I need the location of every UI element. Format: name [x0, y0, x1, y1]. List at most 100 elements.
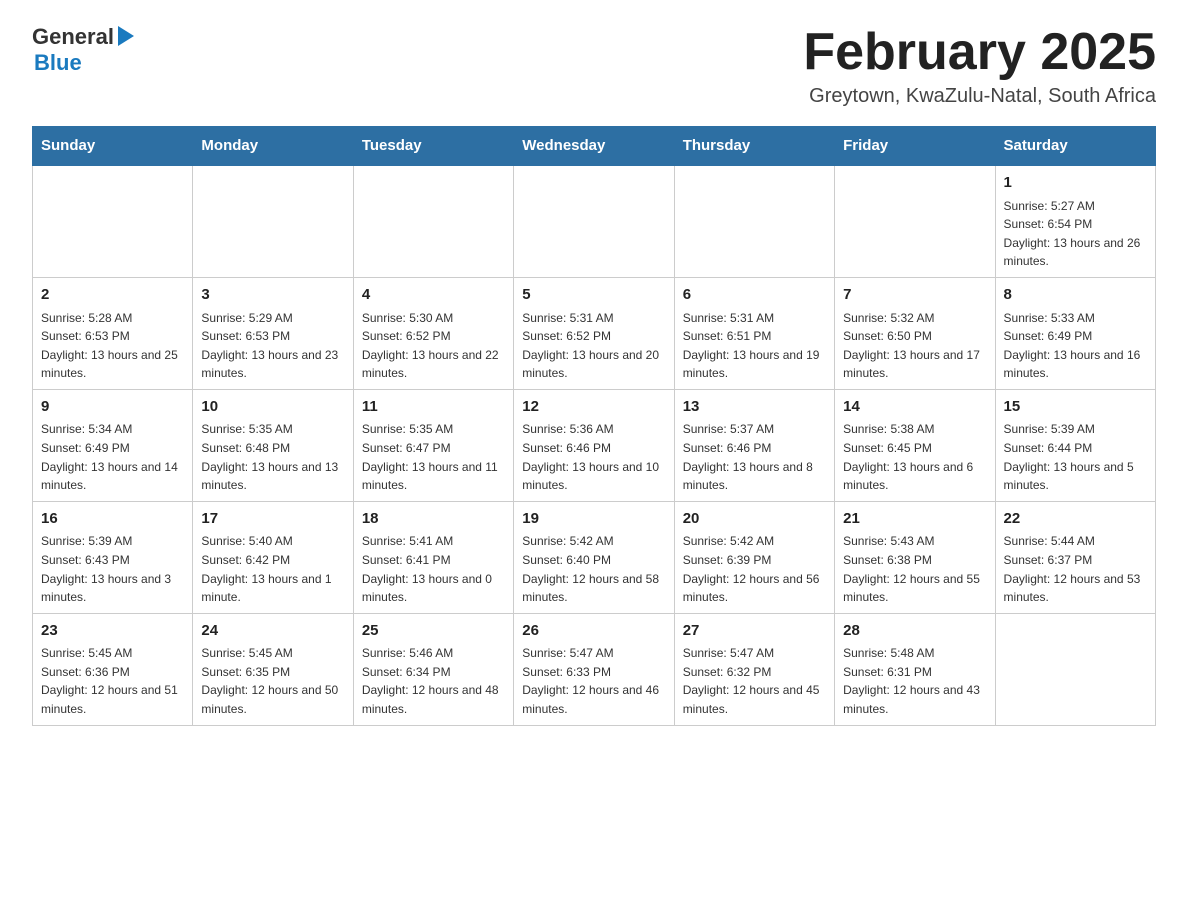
day-info: Sunrise: 5:36 AMSunset: 6:46 PMDaylight:…	[522, 420, 665, 494]
day-info: Sunrise: 5:32 AMSunset: 6:50 PMDaylight:…	[843, 309, 986, 383]
day-number: 15	[1004, 396, 1147, 419]
calendar-day-cell: 27Sunrise: 5:47 AMSunset: 6:32 PMDayligh…	[674, 613, 834, 725]
day-info: Sunrise: 5:31 AMSunset: 6:51 PMDaylight:…	[683, 309, 826, 383]
calendar-day-cell: 19Sunrise: 5:42 AMSunset: 6:40 PMDayligh…	[514, 501, 674, 613]
day-number: 13	[683, 396, 826, 419]
calendar-day-cell: 20Sunrise: 5:42 AMSunset: 6:39 PMDayligh…	[674, 501, 834, 613]
calendar-day-cell: 4Sunrise: 5:30 AMSunset: 6:52 PMDaylight…	[353, 278, 513, 390]
day-info: Sunrise: 5:48 AMSunset: 6:31 PMDaylight:…	[843, 644, 986, 718]
day-number: 10	[201, 396, 344, 419]
day-of-week-header: Friday	[835, 127, 995, 166]
calendar-day-cell: 11Sunrise: 5:35 AMSunset: 6:47 PMDayligh…	[353, 389, 513, 501]
day-info: Sunrise: 5:45 AMSunset: 6:35 PMDaylight:…	[201, 644, 344, 718]
day-of-week-header: Sunday	[33, 127, 193, 166]
day-info: Sunrise: 5:28 AMSunset: 6:53 PMDaylight:…	[41, 309, 184, 383]
day-number: 7	[843, 284, 986, 307]
logo-triangle-icon	[118, 26, 134, 46]
calendar-day-cell: 15Sunrise: 5:39 AMSunset: 6:44 PMDayligh…	[995, 389, 1155, 501]
page-subtitle: Greytown, KwaZulu-Natal, South Africa	[803, 85, 1156, 108]
day-number: 16	[41, 508, 184, 531]
day-number: 26	[522, 620, 665, 643]
calendar-day-cell: 1Sunrise: 5:27 AMSunset: 6:54 PMDaylight…	[995, 165, 1155, 277]
calendar-day-cell: 7Sunrise: 5:32 AMSunset: 6:50 PMDaylight…	[835, 278, 995, 390]
day-of-week-header: Monday	[193, 127, 353, 166]
calendar-week-row: 16Sunrise: 5:39 AMSunset: 6:43 PMDayligh…	[33, 501, 1156, 613]
day-number: 25	[362, 620, 505, 643]
calendar-day-cell	[353, 165, 513, 277]
calendar-day-cell: 24Sunrise: 5:45 AMSunset: 6:35 PMDayligh…	[193, 613, 353, 725]
calendar-day-cell: 8Sunrise: 5:33 AMSunset: 6:49 PMDaylight…	[995, 278, 1155, 390]
day-info: Sunrise: 5:35 AMSunset: 6:48 PMDaylight:…	[201, 420, 344, 494]
day-number: 19	[522, 508, 665, 531]
day-number: 27	[683, 620, 826, 643]
day-number: 8	[1004, 284, 1147, 307]
calendar-day-cell	[674, 165, 834, 277]
day-info: Sunrise: 5:44 AMSunset: 6:37 PMDaylight:…	[1004, 532, 1147, 606]
calendar-day-cell: 22Sunrise: 5:44 AMSunset: 6:37 PMDayligh…	[995, 501, 1155, 613]
days-of-week-row: SundayMondayTuesdayWednesdayThursdayFrid…	[33, 127, 1156, 166]
day-info: Sunrise: 5:37 AMSunset: 6:46 PMDaylight:…	[683, 420, 826, 494]
day-number: 1	[1004, 172, 1147, 195]
day-of-week-header: Wednesday	[514, 127, 674, 166]
day-info: Sunrise: 5:40 AMSunset: 6:42 PMDaylight:…	[201, 532, 344, 606]
calendar-week-row: 9Sunrise: 5:34 AMSunset: 6:49 PMDaylight…	[33, 389, 1156, 501]
day-of-week-header: Tuesday	[353, 127, 513, 166]
day-number: 18	[362, 508, 505, 531]
day-info: Sunrise: 5:27 AMSunset: 6:54 PMDaylight:…	[1004, 197, 1147, 271]
day-info: Sunrise: 5:34 AMSunset: 6:49 PMDaylight:…	[41, 420, 184, 494]
calendar-day-cell: 10Sunrise: 5:35 AMSunset: 6:48 PMDayligh…	[193, 389, 353, 501]
day-info: Sunrise: 5:39 AMSunset: 6:44 PMDaylight:…	[1004, 420, 1147, 494]
logo: General Blue	[32, 24, 136, 76]
calendar-day-cell: 5Sunrise: 5:31 AMSunset: 6:52 PMDaylight…	[514, 278, 674, 390]
day-number: 17	[201, 508, 344, 531]
calendar-header: SundayMondayTuesdayWednesdayThursdayFrid…	[33, 127, 1156, 166]
page-title: February 2025	[803, 24, 1156, 81]
calendar-day-cell: 25Sunrise: 5:46 AMSunset: 6:34 PMDayligh…	[353, 613, 513, 725]
day-number: 5	[522, 284, 665, 307]
title-block: February 2025 Greytown, KwaZulu-Natal, S…	[803, 24, 1156, 108]
calendar-day-cell: 26Sunrise: 5:47 AMSunset: 6:33 PMDayligh…	[514, 613, 674, 725]
day-number: 9	[41, 396, 184, 419]
day-number: 2	[41, 284, 184, 307]
day-number: 3	[201, 284, 344, 307]
calendar-week-row: 2Sunrise: 5:28 AMSunset: 6:53 PMDaylight…	[33, 278, 1156, 390]
day-info: Sunrise: 5:39 AMSunset: 6:43 PMDaylight:…	[41, 532, 184, 606]
logo-general: General	[32, 24, 136, 50]
calendar-day-cell: 28Sunrise: 5:48 AMSunset: 6:31 PMDayligh…	[835, 613, 995, 725]
day-info: Sunrise: 5:31 AMSunset: 6:52 PMDaylight:…	[522, 309, 665, 383]
calendar-day-cell: 6Sunrise: 5:31 AMSunset: 6:51 PMDaylight…	[674, 278, 834, 390]
day-info: Sunrise: 5:38 AMSunset: 6:45 PMDaylight:…	[843, 420, 986, 494]
calendar-day-cell: 14Sunrise: 5:38 AMSunset: 6:45 PMDayligh…	[835, 389, 995, 501]
calendar-day-cell: 23Sunrise: 5:45 AMSunset: 6:36 PMDayligh…	[33, 613, 193, 725]
day-of-week-header: Thursday	[674, 127, 834, 166]
day-info: Sunrise: 5:33 AMSunset: 6:49 PMDaylight:…	[1004, 309, 1147, 383]
calendar-day-cell	[193, 165, 353, 277]
calendar-day-cell	[514, 165, 674, 277]
day-info: Sunrise: 5:42 AMSunset: 6:40 PMDaylight:…	[522, 532, 665, 606]
calendar-day-cell	[835, 165, 995, 277]
day-number: 28	[843, 620, 986, 643]
page-header: General Blue February 2025 Greytown, Kwa…	[32, 24, 1156, 108]
calendar-day-cell: 12Sunrise: 5:36 AMSunset: 6:46 PMDayligh…	[514, 389, 674, 501]
day-info: Sunrise: 5:46 AMSunset: 6:34 PMDaylight:…	[362, 644, 505, 718]
calendar-day-cell: 13Sunrise: 5:37 AMSunset: 6:46 PMDayligh…	[674, 389, 834, 501]
day-info: Sunrise: 5:30 AMSunset: 6:52 PMDaylight:…	[362, 309, 505, 383]
day-info: Sunrise: 5:45 AMSunset: 6:36 PMDaylight:…	[41, 644, 184, 718]
day-number: 11	[362, 396, 505, 419]
day-of-week-header: Saturday	[995, 127, 1155, 166]
day-number: 23	[41, 620, 184, 643]
day-number: 22	[1004, 508, 1147, 531]
day-info: Sunrise: 5:29 AMSunset: 6:53 PMDaylight:…	[201, 309, 344, 383]
calendar-table: SundayMondayTuesdayWednesdayThursdayFrid…	[32, 126, 1156, 725]
day-info: Sunrise: 5:47 AMSunset: 6:33 PMDaylight:…	[522, 644, 665, 718]
calendar-day-cell	[995, 613, 1155, 725]
calendar-week-row: 1Sunrise: 5:27 AMSunset: 6:54 PMDaylight…	[33, 165, 1156, 277]
day-number: 12	[522, 396, 665, 419]
day-number: 14	[843, 396, 986, 419]
day-number: 6	[683, 284, 826, 307]
calendar-day-cell: 2Sunrise: 5:28 AMSunset: 6:53 PMDaylight…	[33, 278, 193, 390]
calendar-week-row: 23Sunrise: 5:45 AMSunset: 6:36 PMDayligh…	[33, 613, 1156, 725]
calendar-day-cell: 9Sunrise: 5:34 AMSunset: 6:49 PMDaylight…	[33, 389, 193, 501]
calendar-day-cell: 17Sunrise: 5:40 AMSunset: 6:42 PMDayligh…	[193, 501, 353, 613]
day-number: 21	[843, 508, 986, 531]
